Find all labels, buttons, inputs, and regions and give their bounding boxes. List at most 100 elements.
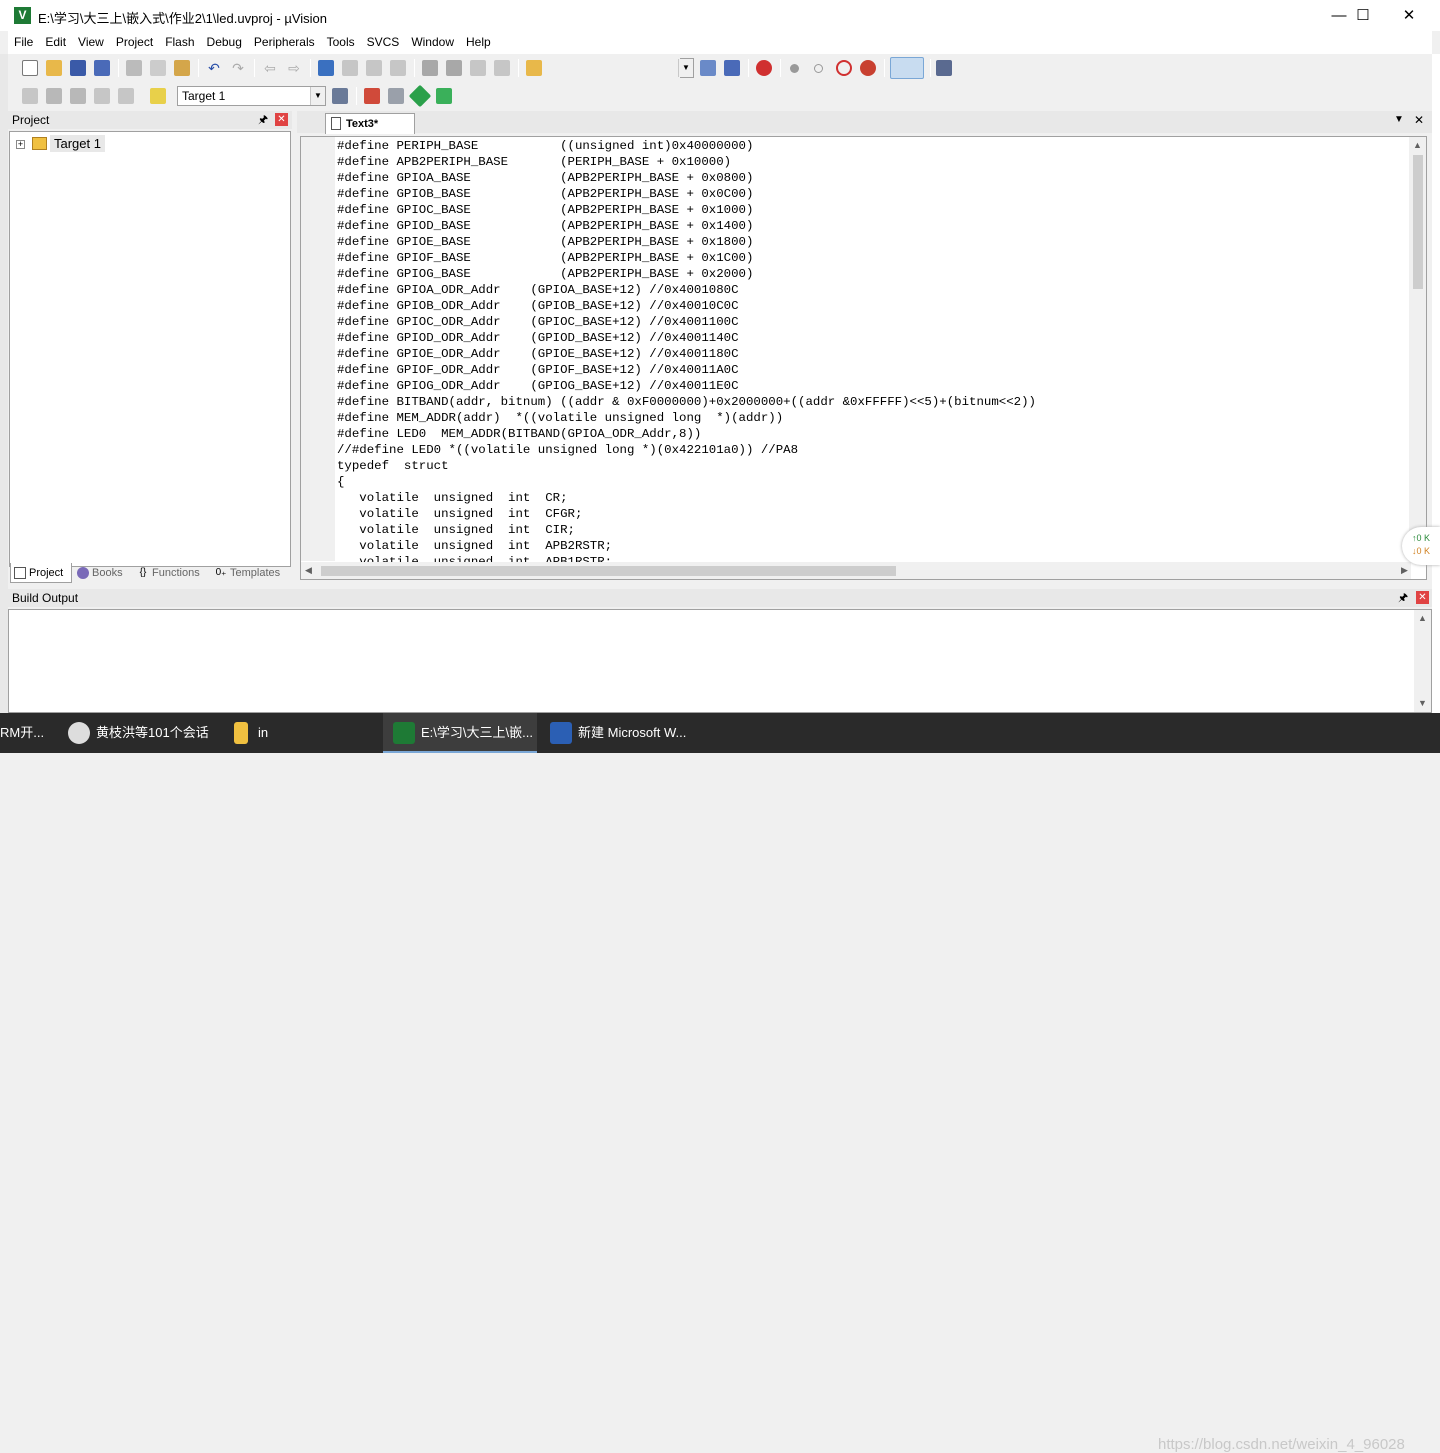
taskbar-item-uvision[interactable]: E:\学习\大三上\嵌... bbox=[383, 713, 537, 753]
window-layout-icon[interactable] bbox=[890, 57, 924, 79]
code-line[interactable]: #define GPIOC_BASE (APB2PERIPH_BASE + 0x… bbox=[337, 202, 1407, 218]
find-in-files-icon[interactable] bbox=[526, 60, 542, 76]
code-line[interactable]: volatile unsigned int CR; bbox=[337, 490, 1407, 506]
stop-build-icon[interactable] bbox=[118, 88, 134, 104]
menu-view[interactable]: View bbox=[72, 31, 110, 53]
chevron-down-icon[interactable]: ▼ bbox=[310, 87, 325, 105]
tab-project[interactable]: Project bbox=[10, 563, 72, 583]
close-icon[interactable]: ✕ bbox=[275, 113, 288, 126]
bookmark-next-icon[interactable] bbox=[366, 60, 382, 76]
pin-icon[interactable]: 🖈 bbox=[258, 111, 268, 129]
save-icon[interactable] bbox=[70, 60, 86, 76]
breakpoint-disable-all-icon[interactable] bbox=[836, 60, 852, 76]
menu-window[interactable]: Window bbox=[405, 31, 460, 53]
code-line[interactable]: #define GPIOD_ODR_Addr (GPIOD_BASE+12) /… bbox=[337, 330, 1407, 346]
taskbar-item-word[interactable]: 新建 Microsoft W... bbox=[540, 713, 696, 753]
horizontal-scroll-thumb[interactable] bbox=[321, 566, 896, 576]
menu-help[interactable]: Help bbox=[460, 31, 497, 53]
breakpoint-enable-icon[interactable] bbox=[814, 64, 823, 73]
find-combo[interactable]: ▼ bbox=[678, 58, 694, 78]
manage-run-time-environment-icon[interactable] bbox=[408, 84, 432, 108]
tab-templates[interactable]: 0₊ Templates bbox=[212, 563, 292, 583]
target-select[interactable]: Target 1 ▼ bbox=[177, 86, 326, 106]
bookmark-prev-icon[interactable] bbox=[342, 60, 358, 76]
code-line[interactable]: //#define LED0 *((volatile unsigned long… bbox=[337, 442, 1407, 458]
vertical-scroll-thumb[interactable] bbox=[1413, 155, 1423, 289]
menu-project[interactable]: Project bbox=[110, 31, 159, 53]
vertical-scrollbar[interactable]: ▲ bbox=[1409, 137, 1426, 561]
select-packs-icon[interactable] bbox=[436, 88, 452, 104]
taskbar-item-folder[interactable]: in bbox=[220, 713, 370, 753]
tab-functions[interactable]: {} Functions bbox=[134, 563, 210, 583]
unindent-icon[interactable] bbox=[446, 60, 462, 76]
horizontal-scrollbar[interactable]: ◀ ▶ bbox=[301, 562, 1411, 579]
code-line[interactable]: volatile unsigned int CFGR; bbox=[337, 506, 1407, 522]
code-line[interactable]: #define GPIOE_ODR_Addr (GPIOE_BASE+12) /… bbox=[337, 346, 1407, 362]
menu-svcs[interactable]: SVCS bbox=[361, 31, 406, 53]
scroll-down-icon[interactable]: ▼ bbox=[1418, 698, 1427, 708]
redo-icon[interactable]: ↷ bbox=[230, 60, 246, 76]
scroll-up-icon[interactable]: ▲ bbox=[1418, 613, 1427, 623]
code-line[interactable]: #define GPIOC_ODR_Addr (GPIOC_BASE+12) /… bbox=[337, 314, 1407, 330]
chevron-down-icon[interactable]: ▼ bbox=[678, 59, 693, 77]
code-line[interactable]: #define GPIOB_BASE (APB2PERIPH_BASE + 0x… bbox=[337, 186, 1407, 202]
paste-icon[interactable] bbox=[174, 60, 190, 76]
close-icon[interactable]: ✕ bbox=[1414, 113, 1424, 127]
cut-icon[interactable] bbox=[126, 60, 142, 76]
tab-list-chevron-down-icon[interactable]: ▼ bbox=[1394, 114, 1404, 125]
code-line[interactable]: #define GPIOB_ODR_Addr (GPIOB_BASE+12) /… bbox=[337, 298, 1407, 314]
code-line[interactable]: #define GPIOD_BASE (APB2PERIPH_BASE + 0x… bbox=[337, 218, 1407, 234]
build-output-text[interactable]: ▲ ▼ bbox=[8, 609, 1432, 713]
taskbar-item-chat[interactable]: 黄枝洪等101个会话 bbox=[58, 713, 218, 753]
menu-flash[interactable]: Flash bbox=[159, 31, 200, 53]
close-window-button[interactable]: ✕ bbox=[1386, 0, 1432, 31]
code-line[interactable]: #define APB2PERIPH_BASE (PERIPH_BASE + 0… bbox=[337, 154, 1407, 170]
code-line[interactable]: #define PERIPH_BASE ((unsigned int)0x400… bbox=[337, 138, 1407, 154]
code-line[interactable]: #define GPIOG_BASE (APB2PERIPH_BASE + 0x… bbox=[337, 266, 1407, 282]
code-line[interactable]: #define GPIOG_ODR_Addr (GPIOG_BASE+12) /… bbox=[337, 378, 1407, 394]
undo-icon[interactable]: ↶ bbox=[206, 60, 222, 76]
build-icon[interactable] bbox=[46, 88, 62, 104]
tab-text3[interactable]: Text3* bbox=[325, 113, 415, 134]
open-file-icon[interactable] bbox=[46, 60, 62, 76]
expand-icon[interactable]: + bbox=[16, 140, 25, 149]
target-options-icon[interactable] bbox=[332, 88, 348, 104]
configure-icon[interactable] bbox=[936, 60, 952, 76]
bookmark-clear-icon[interactable] bbox=[390, 60, 406, 76]
menu-file[interactable]: File bbox=[8, 31, 39, 53]
comment-icon[interactable] bbox=[470, 60, 486, 76]
pin-icon[interactable]: 🖈 bbox=[1398, 589, 1408, 607]
code-line[interactable]: #define LED0 MEM_ADDR(BITBAND(GPIOA_ODR_… bbox=[337, 426, 1407, 442]
copy-icon[interactable] bbox=[150, 60, 166, 76]
debug-session-icon[interactable] bbox=[756, 60, 772, 76]
breakpoint-kill-all-icon[interactable] bbox=[860, 60, 876, 76]
code-text[interactable]: #define PERIPH_BASE ((unsigned int)0x400… bbox=[337, 138, 1407, 570]
tab-books[interactable]: Books bbox=[74, 563, 132, 583]
navigate-forward-icon[interactable]: ⇨ bbox=[286, 60, 302, 76]
maximize-button[interactable]: ☐ bbox=[1340, 0, 1386, 31]
incremental-find-icon[interactable] bbox=[724, 60, 740, 76]
tree-item-target[interactable]: Target 1 bbox=[50, 135, 105, 152]
menu-edit[interactable]: Edit bbox=[39, 31, 72, 53]
code-editor[interactable]: #define PERIPH_BASE ((unsigned int)0x400… bbox=[300, 136, 1427, 580]
code-line[interactable]: { bbox=[337, 474, 1407, 490]
taskbar-item-rm[interactable]: RM开... bbox=[0, 713, 52, 753]
translate-icon[interactable] bbox=[22, 88, 38, 104]
code-line[interactable]: #define GPIOA_BASE (APB2PERIPH_BASE + 0x… bbox=[337, 170, 1407, 186]
code-line[interactable]: #define MEM_ADDR(addr) *((volatile unsig… bbox=[337, 410, 1407, 426]
scroll-left-icon[interactable]: ◀ bbox=[305, 565, 312, 576]
new-file-icon[interactable] bbox=[22, 60, 38, 76]
indent-icon[interactable] bbox=[422, 60, 438, 76]
save-all-icon[interactable] bbox=[94, 60, 110, 76]
code-line[interactable]: volatile unsigned int APB2RSTR; bbox=[337, 538, 1407, 554]
manage-multi-project-icon[interactable] bbox=[388, 88, 404, 104]
menu-tools[interactable]: Tools bbox=[321, 31, 361, 53]
close-icon[interactable]: ✕ bbox=[1416, 591, 1429, 604]
scroll-right-icon[interactable]: ▶ bbox=[1401, 565, 1408, 576]
batch-build-icon[interactable] bbox=[94, 88, 110, 104]
uncomment-icon[interactable] bbox=[494, 60, 510, 76]
code-line[interactable]: #define GPIOA_ODR_Addr (GPIOA_BASE+12) /… bbox=[337, 282, 1407, 298]
download-icon[interactable] bbox=[150, 88, 166, 104]
scroll-up-icon[interactable]: ▲ bbox=[1413, 140, 1422, 150]
code-line[interactable]: typedef struct bbox=[337, 458, 1407, 474]
